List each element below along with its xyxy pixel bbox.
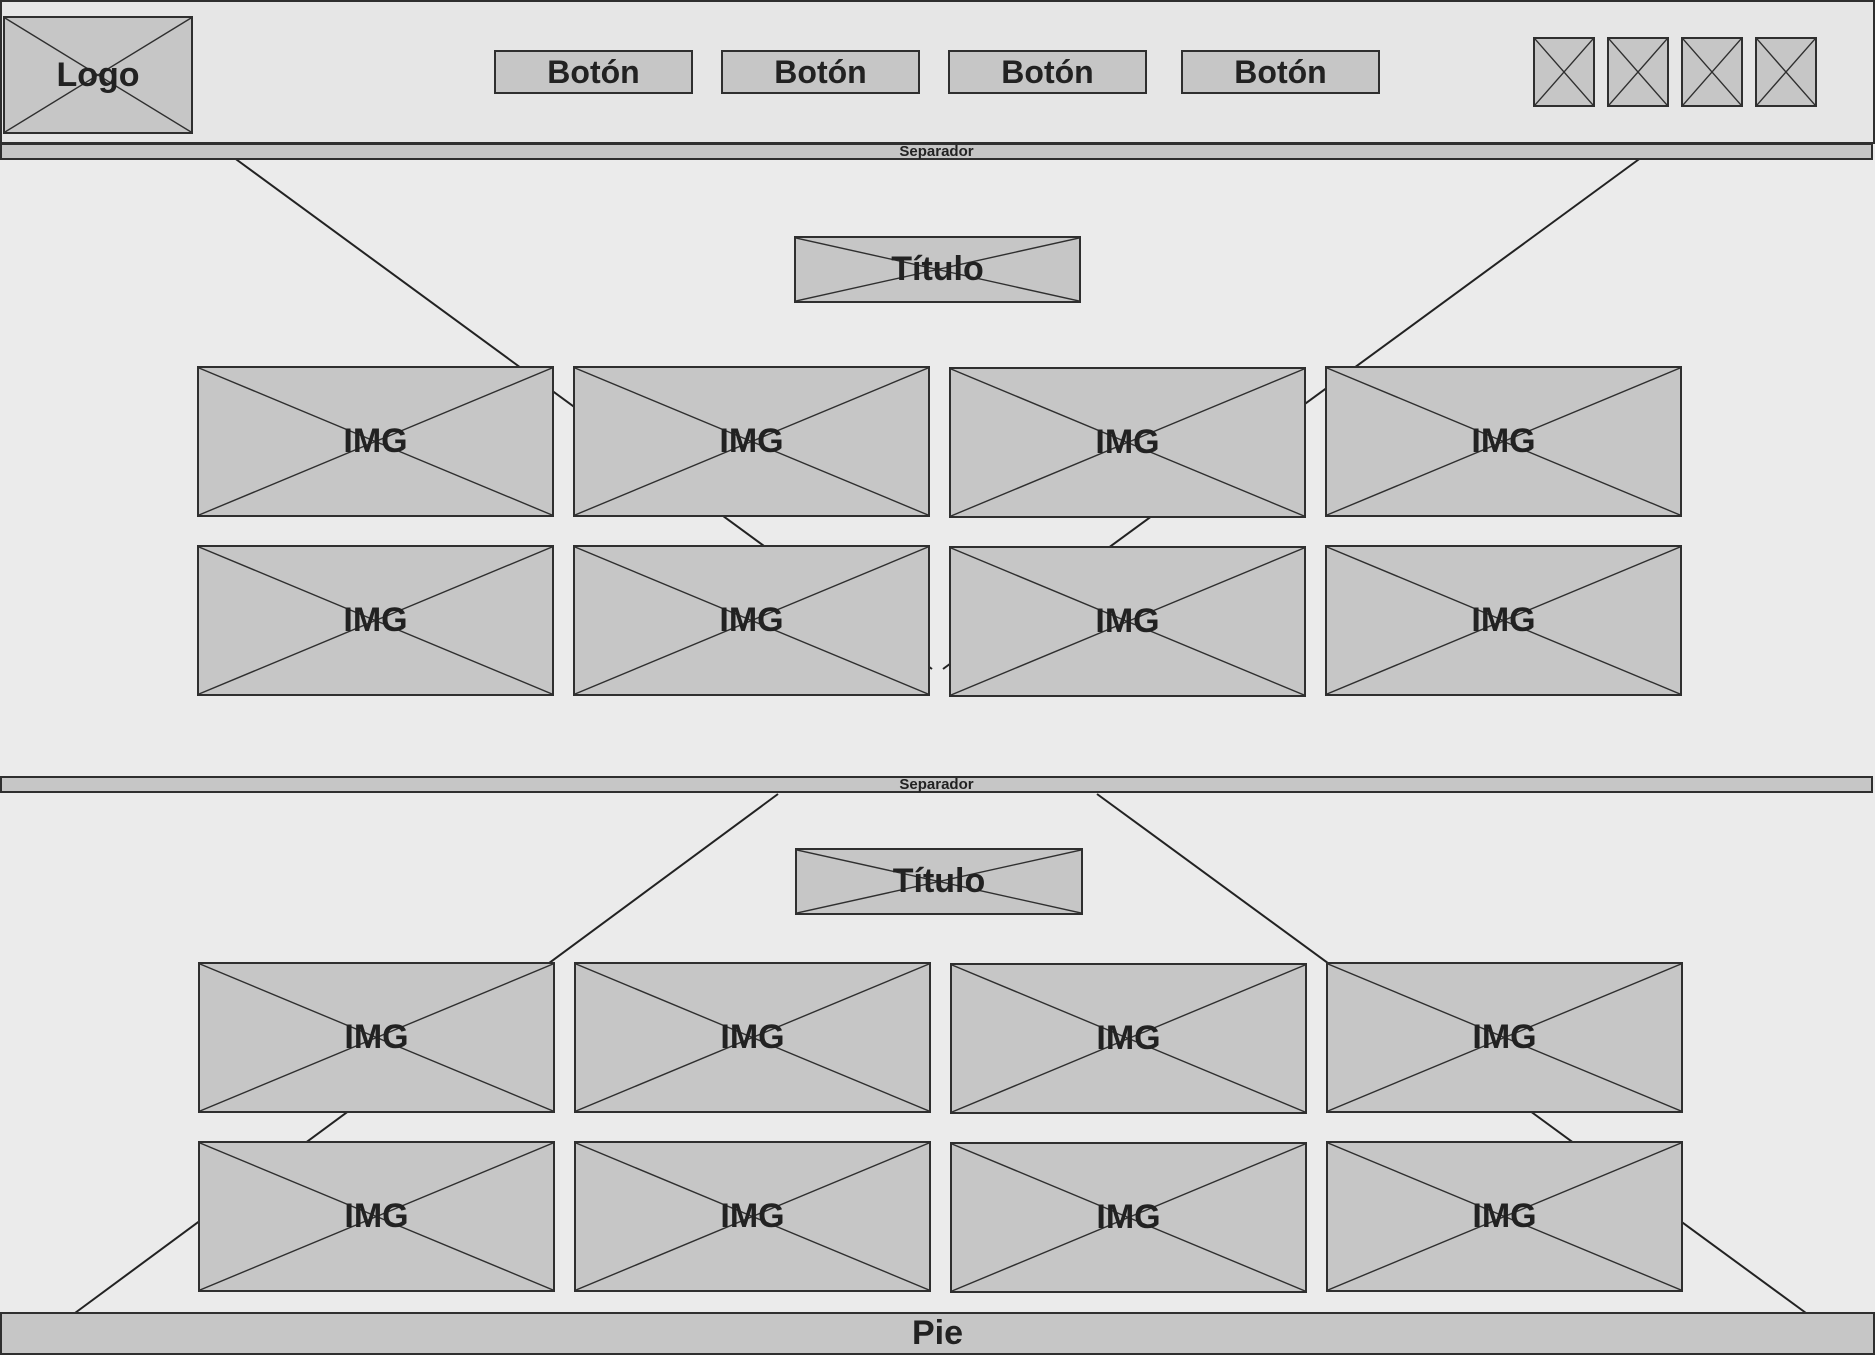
header-icon-2[interactable] [1607,37,1669,107]
logo-label: Logo [56,55,140,94]
section2-image-5[interactable]: IMG [198,1141,555,1292]
footer-bar: Pie [0,1312,1875,1355]
section1-image-1[interactable]: IMG [197,366,554,517]
section2-image-6[interactable]: IMG [574,1141,931,1292]
image-label: IMG [344,1018,409,1056]
image-label: IMG [343,601,408,639]
section1-image-3[interactable]: IMG [949,367,1306,518]
image-label: IMG [1471,422,1536,460]
placeholder-cross-icon [1757,39,1815,105]
section1-title: Título [794,236,1081,303]
logo-placeholder[interactable]: Logo [3,16,193,134]
section2-image-7[interactable]: IMG [950,1142,1307,1293]
image-label: IMG [344,1197,409,1235]
placeholder-cross-icon [1609,39,1667,105]
image-label: IMG [720,1197,785,1235]
image-label: IMG [1095,423,1160,461]
section2-image-8[interactable]: IMG [1326,1141,1683,1292]
section1-image-4[interactable]: IMG [1325,366,1682,517]
section1-image-7[interactable]: IMG [949,546,1306,697]
section1-image-6[interactable]: IMG [573,545,930,696]
section2-image-2[interactable]: IMG [574,962,931,1113]
placeholder-cross-icon [1535,39,1593,105]
image-label: IMG [720,1018,785,1056]
image-label: IMG [719,601,784,639]
image-label: IMG [719,422,784,460]
header-icon-1[interactable] [1533,37,1595,107]
image-label: IMG [343,422,408,460]
section2-image-4[interactable]: IMG [1326,962,1683,1113]
image-label: IMG [1472,1197,1537,1235]
separator-middle: Separador [0,776,1873,793]
section2-image-3[interactable]: IMG [950,963,1307,1114]
nav-button-4[interactable]: Botón [1181,50,1380,94]
section1-image-5[interactable]: IMG [197,545,554,696]
image-label: IMG [1096,1198,1161,1236]
nav-button-3[interactable]: Botón [948,50,1147,94]
placeholder-cross-icon [1683,39,1741,105]
section1-title-label: Título [891,250,984,288]
image-label: IMG [1472,1018,1537,1056]
header-icon-3[interactable] [1681,37,1743,107]
section2-title-label: Título [892,862,986,900]
section2-title: Título [795,848,1083,915]
nav-button-1[interactable]: Botón [494,50,693,94]
image-label: IMG [1471,601,1536,639]
separator-top: Separador [0,143,1873,160]
section1-image-2[interactable]: IMG [573,366,930,517]
section2-image-1[interactable]: IMG [198,962,555,1113]
nav-button-2[interactable]: Botón [721,50,920,94]
image-label: IMG [1096,1019,1161,1057]
image-label: IMG [1095,602,1160,640]
header-icon-4[interactable] [1755,37,1817,107]
section1-image-8[interactable]: IMG [1325,545,1682,696]
